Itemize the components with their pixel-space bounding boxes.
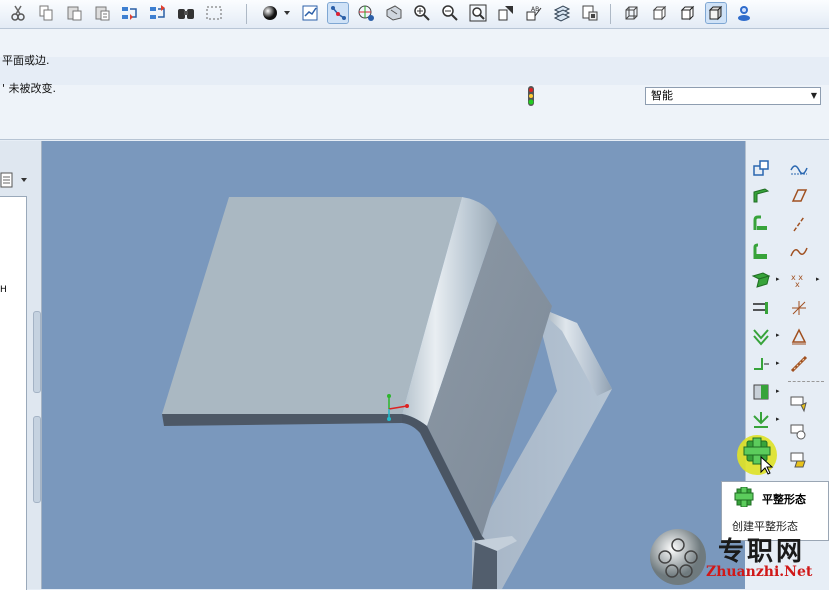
svg-text:x: x — [795, 280, 800, 289]
flat-pattern-icon — [743, 437, 774, 475]
watermark-text: 专职网 — [718, 537, 806, 567]
flyout-arrow-icon[interactable]: ▸ — [776, 275, 780, 283]
flyout-arrow-icon[interactable]: ▸ — [816, 275, 820, 283]
refit-icon[interactable] — [468, 3, 488, 23]
copy-icon[interactable] — [36, 3, 56, 23]
no-hidden-icon[interactable] — [678, 3, 698, 23]
wireframe-icon[interactable] — [622, 3, 642, 23]
spin-center-icon[interactable] — [356, 3, 376, 23]
unbend-icon[interactable] — [750, 269, 772, 291]
tooltip-title: 平整形态 — [762, 493, 806, 506]
zoom-out-icon[interactable] — [440, 3, 460, 23]
flyout-arrow-icon[interactable]: ▸ — [776, 415, 780, 423]
rip-icon[interactable] — [750, 409, 772, 431]
sheet-form-icon[interactable] — [788, 449, 810, 471]
flyout-arrow-icon[interactable]: ▸ — [776, 359, 780, 367]
message-area — [0, 29, 829, 140]
flyout-arrow-icon[interactable]: ▸ — [776, 387, 780, 395]
shading-icon[interactable] — [705, 2, 727, 24]
model-tree-icon[interactable] — [580, 3, 600, 23]
toolbar-divider — [788, 381, 824, 383]
chevron-down-icon: ▼ — [810, 91, 817, 100]
zoom-in-icon[interactable] — [412, 3, 432, 23]
regenerate-manager-icon[interactable] — [148, 3, 168, 23]
hidden-line-icon[interactable] — [650, 3, 670, 23]
appearance-icon[interactable] — [260, 3, 280, 23]
paste-special-icon[interactable] — [92, 3, 112, 23]
message-line-2: ' 未被改变. — [2, 82, 57, 95]
datum-display-icon[interactable] — [327, 2, 349, 24]
datum-point-icon[interactable]: x xx — [788, 269, 810, 291]
paste-icon[interactable] — [64, 3, 84, 23]
tree-settings-button[interactable] — [0, 169, 30, 191]
flyout-arrow-icon[interactable]: ▸ — [776, 331, 780, 339]
bend-back-icon[interactable] — [750, 297, 772, 319]
regenerate-icon[interactable] — [120, 3, 140, 23]
graphics-viewport[interactable] — [42, 141, 745, 589]
cut-icon[interactable] — [8, 3, 28, 23]
toolbar-separator — [246, 4, 247, 24]
display-style-icon[interactable] — [300, 3, 320, 23]
highlighted-flat-pattern-button[interactable] — [737, 435, 777, 475]
model-tree-panel: H — [0, 141, 42, 590]
main-toolbar: AB — [0, 0, 829, 29]
wall-icon[interactable] — [750, 185, 772, 207]
flat-pattern-icon — [733, 486, 755, 510]
panel-resize-handle[interactable] — [33, 311, 41, 393]
datum-coordinate-icon[interactable] — [788, 297, 810, 319]
layers-icon[interactable] — [552, 3, 572, 23]
datum-axis-icon[interactable] — [788, 213, 810, 235]
datum-curve-icon[interactable] — [788, 241, 810, 263]
datum-plane-brown-icon[interactable] — [788, 185, 810, 207]
flange-wall-icon[interactable] — [750, 213, 772, 235]
punch-icon[interactable] — [788, 421, 810, 443]
find-icon[interactable] — [176, 3, 196, 23]
chevron-down-icon[interactable] — [282, 3, 292, 23]
saved-views-icon[interactable]: AB — [524, 3, 544, 23]
reorient-icon[interactable] — [496, 3, 516, 23]
toolbar-separator — [610, 4, 611, 24]
extrude-wall-icon[interactable] — [750, 241, 772, 263]
message-line-1: 平面或边. — [2, 54, 50, 67]
bend-icon[interactable] — [750, 325, 772, 347]
document-icon — [0, 172, 13, 188]
regen-status-icon — [521, 84, 541, 108]
watermark-url: Zhuanzhi.Net — [706, 564, 813, 580]
selection-filter-value: 智能 — [651, 89, 673, 102]
datum-plane-icon[interactable] — [750, 157, 772, 179]
chevron-down-icon — [21, 178, 27, 182]
feature-toolbar: ▸ x xx ▸ ▸ ▸ ▸ ▸ — [745, 141, 829, 481]
annotation-display-icon[interactable] — [384, 3, 404, 23]
help-icon[interactable] — [734, 3, 754, 23]
relations-chain-icon[interactable] — [788, 353, 810, 375]
model-tree-area[interactable]: H — [0, 196, 27, 590]
message-strip — [0, 57, 829, 85]
select-box-icon[interactable] — [204, 3, 224, 23]
panel-resize-handle[interactable] — [33, 416, 41, 503]
corner-relief-icon[interactable] — [750, 381, 772, 403]
tree-truncated-marker: H — [0, 285, 7, 295]
analysis-icon[interactable] — [788, 325, 810, 347]
edge-bend-icon[interactable] — [750, 353, 772, 375]
sketch-curve-icon[interactable] — [788, 157, 810, 179]
selection-filter-dropdown[interactable]: 智能 ▼ — [645, 87, 821, 105]
form-feature-icon[interactable] — [788, 393, 810, 415]
